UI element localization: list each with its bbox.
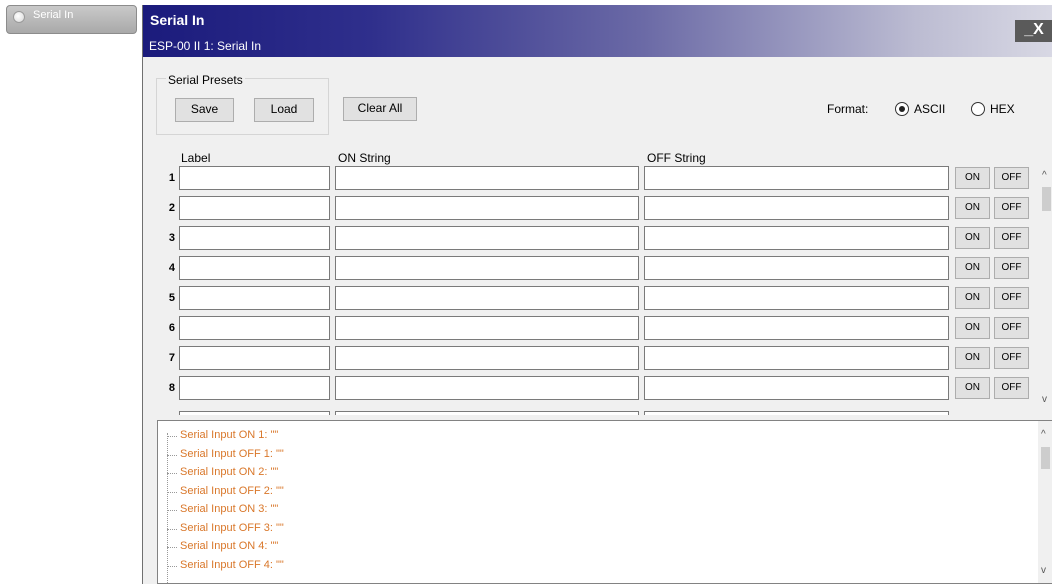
on-string-field[interactable] xyxy=(335,256,639,280)
row-number: 2 xyxy=(168,202,175,214)
on-string-field[interactable] xyxy=(335,166,639,190)
format-ascii-radio[interactable] xyxy=(895,102,909,116)
row-off-button[interactable]: OFF xyxy=(994,227,1029,249)
row-on-button[interactable]: ON xyxy=(955,227,990,249)
column-header-on-string: ON String xyxy=(338,151,391,165)
format-hex-label: HEX xyxy=(990,102,1015,116)
label-field[interactable] xyxy=(179,226,330,250)
off-string-field[interactable] xyxy=(644,226,949,250)
row-on-button[interactable]: ON xyxy=(955,317,990,339)
column-header-off-string: OFF String xyxy=(647,151,706,165)
scroll-up-icon[interactable]: ^ xyxy=(1042,170,1047,181)
radio-selected-icon xyxy=(899,106,905,112)
log-item[interactable]: Serial Input ON 3: "" xyxy=(180,503,278,515)
row-off-button[interactable]: OFF xyxy=(994,347,1029,369)
tree-branch xyxy=(167,547,177,548)
log-item[interactable]: Serial Input OFF 2: "" xyxy=(180,485,284,497)
window-title: Serial In xyxy=(150,12,205,28)
serial-in-block[interactable]: Serial In xyxy=(6,5,137,34)
row-number: 6 xyxy=(168,322,175,334)
label-field[interactable] xyxy=(179,256,330,280)
tree-branch xyxy=(167,565,177,567)
log-item[interactable]: Serial Input ON 1: "" xyxy=(180,429,278,441)
format-hex-radio[interactable] xyxy=(971,102,985,116)
log-scrollbar[interactable]: ^ v xyxy=(1038,421,1052,583)
row-off-button[interactable]: OFF xyxy=(994,317,1029,339)
on-string-field[interactable] xyxy=(335,226,639,250)
off-string-field[interactable] xyxy=(644,346,949,370)
log-scrollbar-thumb[interactable] xyxy=(1041,447,1050,469)
label-field[interactable] xyxy=(179,376,330,400)
log-scroll-down-icon[interactable]: v xyxy=(1041,565,1046,576)
on-string-field[interactable] xyxy=(335,376,639,400)
label-field[interactable] xyxy=(179,316,330,340)
tree-branch xyxy=(167,510,177,511)
row-on-button[interactable]: ON xyxy=(955,287,990,309)
off-string-field[interactable] xyxy=(644,196,949,220)
log-item[interactable]: Serial Input ON 2: "" xyxy=(180,466,278,478)
format-label: Format: xyxy=(827,102,869,116)
off-string-field[interactable] xyxy=(644,166,949,190)
status-led-icon xyxy=(13,11,25,23)
log-item[interactable]: Serial Input OFF 3: "" xyxy=(180,522,284,534)
row-on-button[interactable]: ON xyxy=(955,197,990,219)
tree-branch xyxy=(167,528,177,530)
format-ascii-label: ASCII xyxy=(914,102,946,116)
label-field-partial xyxy=(179,411,330,415)
row-on-button[interactable]: ON xyxy=(955,347,990,369)
row-on-button[interactable]: ON xyxy=(955,167,990,189)
on-string-field[interactable] xyxy=(335,346,639,370)
on-string-field[interactable] xyxy=(335,286,639,310)
tree-branch xyxy=(167,436,177,437)
row-on-button[interactable]: ON xyxy=(955,377,990,399)
window-subtitle: ESP-00 II 1: Serial In xyxy=(149,39,262,53)
label-field[interactable] xyxy=(179,286,330,310)
row-on-button[interactable]: ON xyxy=(955,257,990,279)
label-field[interactable] xyxy=(179,196,330,220)
tree-branch xyxy=(167,454,177,456)
tree-branch xyxy=(167,473,177,474)
serial-presets-legend: Serial Presets xyxy=(166,73,245,87)
row-number: 1 xyxy=(168,172,175,184)
log-item[interactable]: Serial Input ON 4: "" xyxy=(180,540,278,552)
row-off-button[interactable]: OFF xyxy=(994,197,1029,219)
serial-presets-group: Serial Presets Save Load xyxy=(156,73,329,135)
scroll-down-icon[interactable]: v xyxy=(1042,394,1047,405)
serial-log-tree: Serial Input ON 1: "" Serial Input OFF 1… xyxy=(157,420,1052,584)
off-string-field[interactable] xyxy=(644,286,949,310)
row-number: 4 xyxy=(168,262,175,274)
rows-scrollbar[interactable]: ^ v xyxy=(1039,168,1052,413)
label-field[interactable] xyxy=(179,166,330,190)
off-string-field[interactable] xyxy=(644,256,949,280)
rows-scrollbar-thumb[interactable] xyxy=(1042,187,1051,211)
row-number: 3 xyxy=(168,232,175,244)
row-off-button[interactable]: OFF xyxy=(994,167,1029,189)
log-item[interactable]: Serial Input OFF 1: "" xyxy=(180,448,284,460)
row-number: 5 xyxy=(168,292,175,304)
save-button[interactable]: Save xyxy=(175,98,234,122)
row-number: 7 xyxy=(168,352,175,364)
log-scroll-up-icon[interactable]: ^ xyxy=(1041,429,1046,440)
row-off-button[interactable]: OFF xyxy=(994,287,1029,309)
off-string-field[interactable] xyxy=(644,316,949,340)
off-string-field-partial xyxy=(644,411,949,415)
row-off-button[interactable]: OFF xyxy=(994,257,1029,279)
clear-all-button[interactable]: Clear All xyxy=(343,97,417,121)
serial-in-window: Serial In ESP-00 II 1: Serial In _X Seri… xyxy=(142,5,1052,584)
column-header-label: Label xyxy=(181,151,211,165)
block-label: Serial In xyxy=(33,9,74,21)
tree-line xyxy=(167,433,168,583)
tree-branch xyxy=(167,491,177,493)
label-field[interactable] xyxy=(179,346,330,370)
on-string-field[interactable] xyxy=(335,316,639,340)
row-off-button[interactable]: OFF xyxy=(994,377,1029,399)
on-string-field[interactable] xyxy=(335,196,639,220)
off-string-field[interactable] xyxy=(644,376,949,400)
row-number: 8 xyxy=(168,382,175,394)
on-string-field-partial xyxy=(335,411,639,415)
log-item[interactable]: Serial Input OFF 4: "" xyxy=(180,559,284,571)
title-bar[interactable]: Serial In ESP-00 II 1: Serial In _X xyxy=(143,5,1052,57)
load-button[interactable]: Load xyxy=(254,98,314,122)
minimize-close-icon[interactable]: _X xyxy=(1015,20,1052,42)
